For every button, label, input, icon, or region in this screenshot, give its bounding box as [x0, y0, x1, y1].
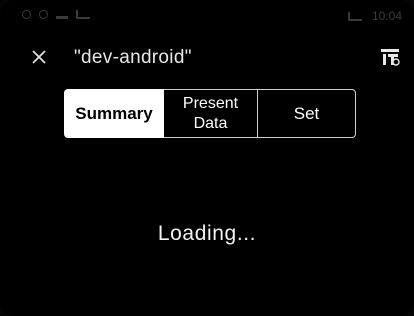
close-icon — [32, 50, 46, 64]
notification-icon — [56, 16, 68, 19]
tab-present-data-label: Present Data — [182, 94, 239, 132]
notification-icon — [22, 10, 31, 19]
status-time: 10:04 — [371, 9, 402, 23]
app-screen: 10:04 "dev-android" Summary Present Data… — [0, 0, 414, 316]
tab-present-data[interactable]: Present Data — [164, 89, 258, 138]
tab-summary[interactable]: Summary — [64, 89, 164, 138]
app-header: "dev-android" — [0, 40, 414, 74]
status-icons-right: 10:04 — [347, 9, 402, 23]
notification-icon — [39, 10, 48, 19]
tab-summary-label: Summary — [75, 103, 153, 123]
notification-icon — [76, 10, 90, 19]
loading-text: Loading... — [157, 222, 257, 245]
tab-set[interactable]: Set — [258, 89, 356, 138]
signal-icon — [347, 11, 362, 21]
segmented-tabs: Summary Present Data Set — [64, 89, 356, 138]
page-title: "dev-android" — [74, 47, 192, 68]
status-icons-left — [22, 10, 90, 19]
tab-set-label: Set — [293, 103, 320, 123]
close-button[interactable] — [26, 44, 52, 70]
ttl-icon[interactable] — [380, 48, 400, 66]
status-bar: 10:04 — [0, 0, 414, 30]
